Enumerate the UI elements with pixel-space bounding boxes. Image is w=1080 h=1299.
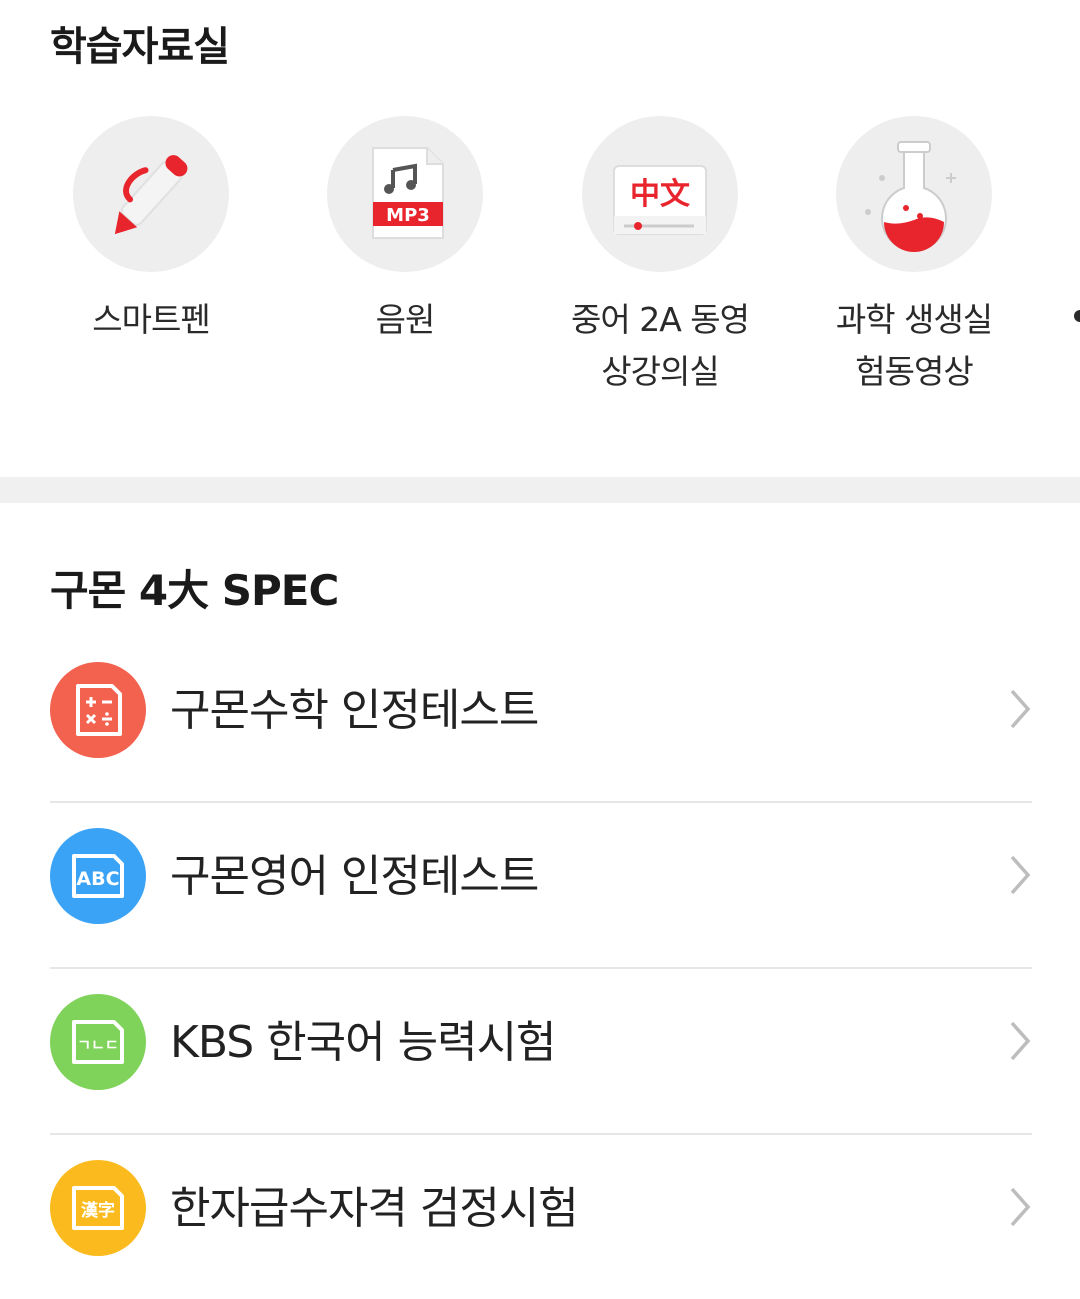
chinese-video-icon: 中文: [582, 116, 738, 272]
study-materials-tiles: 스마트펜 MP3 음원 中文 중어 2A 동영 상강의실 과학 생생실 험동영상: [0, 116, 1080, 416]
spec-item-label: KBS 한국어 능력시험: [170, 1017, 557, 1068]
spec-list: 구몬수학 인정테스트 ABC 구몬영어 인정테스트 ㄱㄴㄷ KBS 한국어 능력…: [50, 637, 1032, 1299]
chevron-right-icon: [1010, 855, 1031, 895]
spec-item-label: 구몬영어 인정테스트: [170, 851, 539, 902]
smart-pen-icon: [73, 116, 229, 272]
tile-science-video[interactable]: 과학 생생실 험동영상: [814, 116, 1014, 398]
svg-text:ABC: ABC: [76, 868, 119, 890]
chevron-right-icon: [1010, 1187, 1031, 1227]
svg-text:中文: 中文: [630, 177, 690, 212]
tile-chinese-video[interactable]: 中文 중어 2A 동영 상강의실: [560, 116, 760, 398]
spec-item-math-test[interactable]: 구몬수학 인정테스트: [50, 637, 1032, 803]
math-calculator-icon: [50, 662, 146, 758]
korean-letters-icon: ㄱㄴㄷ: [50, 994, 146, 1090]
spec-item-kbs-korean-test[interactable]: ㄱㄴㄷ KBS 한국어 능력시험: [50, 969, 1032, 1135]
spec-item-label: 구몬수학 인정테스트: [170, 685, 539, 736]
hanja-icon: 漢字: [50, 1160, 146, 1256]
tile-label: 스마트펜: [92, 300, 210, 339]
svg-text:ㄱㄴㄷ: ㄱㄴㄷ: [77, 1036, 118, 1054]
flask-icon: [836, 116, 992, 272]
tile-smart-pen[interactable]: 스마트펜: [51, 116, 251, 346]
spec-title: 구몬 4大 SPEC: [50, 566, 339, 615]
svg-text:MP3: MP3: [386, 205, 430, 226]
tile-label: 중어 2A 동영 상강의실: [571, 300, 750, 391]
study-materials-title: 학습자료실: [50, 24, 230, 70]
chevron-right-icon: [1010, 1021, 1031, 1061]
svg-text:漢字: 漢字: [81, 1200, 115, 1221]
spec-section: 구몬 4大 SPEC 구몬수학 인정테스트 ABC 구몬영어 인정테스트 ㄱㄴㄷ…: [0, 503, 1080, 1280]
tile-mp3[interactable]: MP3 음원: [305, 116, 505, 346]
section-divider: [0, 477, 1080, 503]
next-tile-partial: [1074, 310, 1080, 322]
spec-item-hanja-test[interactable]: 漢字 한자급수자격 검정시험: [50, 1135, 1032, 1299]
tile-label: 과학 생생실 험동영상: [835, 300, 993, 391]
abc-icon: ABC: [50, 828, 146, 924]
chevron-right-icon: [1010, 689, 1031, 729]
tile-label: 음원: [375, 300, 436, 339]
study-materials-section: 학습자료실 스마트펜 MP3 음원 中文 중어 2A 동영 상강의실 과학 생생…: [0, 0, 1080, 477]
spec-item-english-test[interactable]: ABC 구몬영어 인정테스트: [50, 803, 1032, 969]
spec-item-label: 한자급수자격 검정시험: [170, 1183, 579, 1234]
mp3-file-icon: MP3: [327, 116, 483, 272]
